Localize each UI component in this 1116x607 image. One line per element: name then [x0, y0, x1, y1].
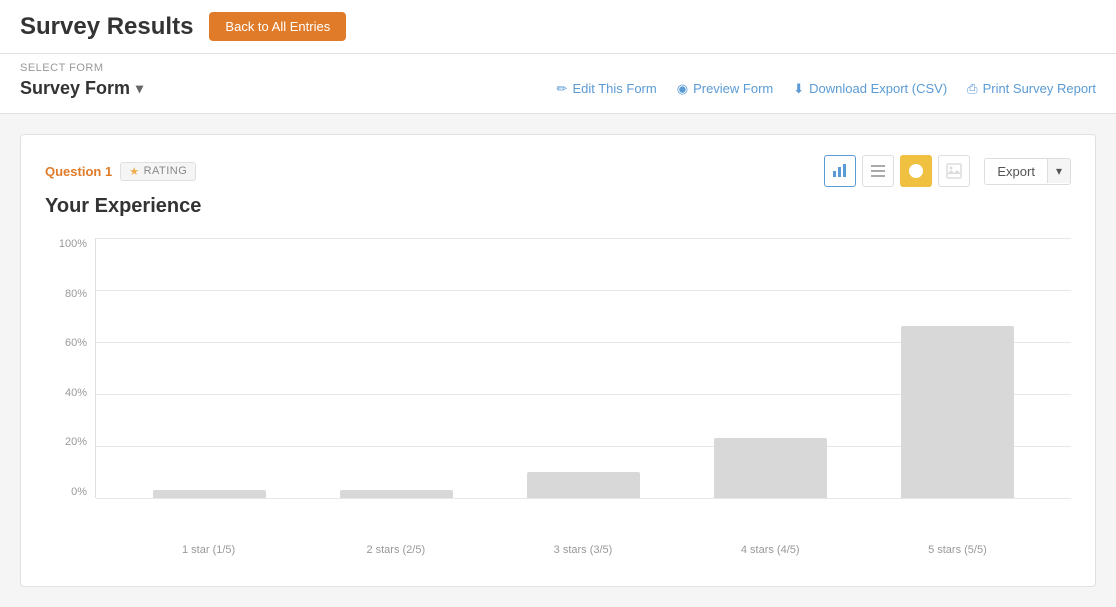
download-export-label: Download Export (CSV) — [809, 81, 947, 96]
download-export-link[interactable]: ⬇ Download Export (CSV) — [793, 81, 947, 97]
grid-line-0 — [96, 498, 1071, 499]
select-form-label: SELECT FORM — [20, 62, 1096, 74]
bar-2star — [340, 490, 452, 498]
bar-group-5star — [864, 238, 1051, 498]
question-meta: Question 1 ★ RATING — [45, 162, 196, 181]
y-label-20: 20% — [45, 436, 93, 448]
question-header: Question 1 ★ RATING — [45, 155, 1071, 187]
question-title: Your Experience — [45, 195, 1071, 218]
download-icon: ⬇ — [793, 81, 804, 97]
star-icon: ★ — [129, 165, 139, 178]
top-header-left: Survey Results Back to All Entries — [20, 12, 346, 41]
bar-4star — [714, 438, 826, 498]
export-label: Export — [985, 159, 1047, 184]
export-dropdown-arrow-icon[interactable]: ▾ — [1047, 159, 1070, 183]
x-axis-labels: 1 star (1/5) 2 stars (2/5) 3 stars (3/5)… — [95, 538, 1071, 556]
question-type-label: RATING — [144, 165, 188, 177]
y-label-80: 80% — [45, 288, 93, 300]
x-label-2star: 2 stars (2/5) — [302, 538, 489, 556]
sub-header: SELECT FORM Survey Form ▾ ✏ Edit This Fo… — [0, 54, 1116, 114]
action-links: ✏ Edit This Form ◉ Preview Form ⬇ Downlo… — [557, 81, 1096, 97]
back-to-all-entries-button[interactable]: Back to All Entries — [209, 12, 346, 41]
eye-icon: ◉ — [677, 81, 688, 97]
edit-form-label: Edit This Form — [572, 81, 656, 96]
edit-icon: ✏ — [557, 81, 568, 97]
question-number: Question 1 — [45, 164, 112, 179]
x-label-5star: 5 stars (5/5) — [864, 538, 1051, 556]
x-label-3star: 3 stars (3/5) — [489, 538, 676, 556]
sub-header-row: Survey Form ▾ ✏ Edit This Form ◉ Preview… — [20, 78, 1096, 99]
chevron-down-icon: ▾ — [136, 80, 143, 97]
chart-inner — [95, 238, 1071, 498]
bar-group-3star — [490, 238, 677, 498]
print-survey-label: Print Survey Report — [983, 81, 1096, 96]
bar-1star — [153, 490, 265, 498]
x-label-4star: 4 stars (4/5) — [677, 538, 864, 556]
y-label-60: 60% — [45, 337, 93, 349]
bars-container — [96, 238, 1071, 498]
page-title: Survey Results — [20, 13, 193, 41]
form-selector[interactable]: Survey Form ▾ — [20, 78, 143, 99]
y-label-100: 100% — [45, 238, 93, 250]
bar-group-4star — [677, 238, 864, 498]
chart-area: 100% 80% 60% 40% 20% 0% — [45, 238, 1071, 538]
image-view-button[interactable] — [938, 155, 970, 187]
form-name: Survey Form — [20, 78, 130, 99]
question-card: Question 1 ★ RATING — [20, 134, 1096, 587]
bar-chart-button[interactable] — [824, 155, 856, 187]
top-header: Survey Results Back to All Entries — [0, 0, 1116, 54]
edit-form-link[interactable]: ✏ Edit This Form — [557, 81, 657, 97]
main-content: Question 1 ★ RATING — [0, 114, 1116, 607]
print-survey-link[interactable]: ⎙ Print Survey Report — [967, 81, 1096, 97]
y-label-40: 40% — [45, 387, 93, 399]
list-view-button[interactable] — [862, 155, 894, 187]
bar-group-2star — [303, 238, 490, 498]
pie-chart-button[interactable] — [900, 155, 932, 187]
export-dropdown[interactable]: Export ▾ — [984, 158, 1071, 185]
x-label-1star: 1 star (1/5) — [115, 538, 302, 556]
chart-controls: Export ▾ — [824, 155, 1071, 187]
bar-group-1star — [116, 238, 303, 498]
preview-form-label: Preview Form — [693, 81, 773, 96]
question-type-badge: ★ RATING — [120, 162, 196, 181]
y-axis-labels: 100% 80% 60% 40% 20% 0% — [45, 238, 93, 498]
bar-5star — [901, 326, 1013, 498]
print-icon: ⎙ — [967, 81, 977, 97]
bar-3star — [527, 472, 639, 498]
preview-form-link[interactable]: ◉ Preview Form — [677, 81, 774, 97]
y-label-0: 0% — [45, 486, 93, 498]
